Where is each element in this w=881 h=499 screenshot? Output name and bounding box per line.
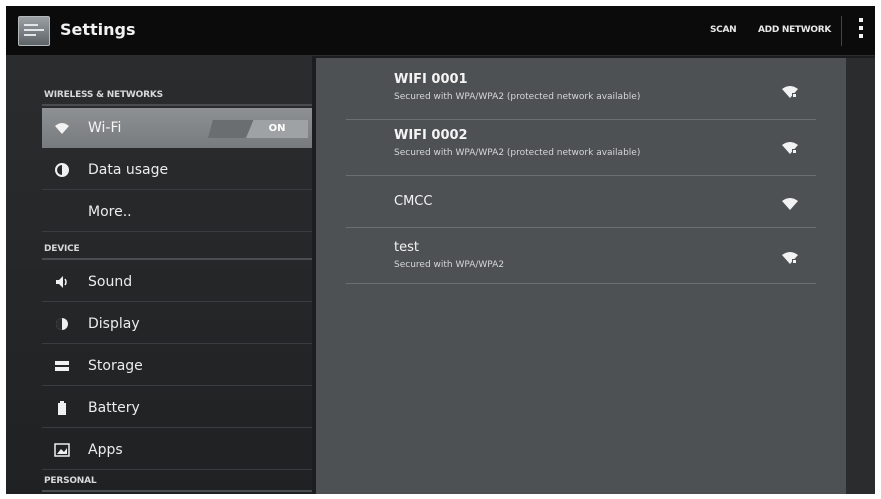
pane-edge [846, 58, 875, 494]
page-title: Settings [60, 20, 136, 39]
sidebar-item-apps[interactable]: Apps [42, 430, 312, 470]
wifi-signal-locked-icon [782, 84, 798, 98]
section-divider [42, 258, 312, 260]
section-header-wireless: WIRELESS & NETWORKS [44, 90, 163, 100]
sidebar-item-more[interactable]: More.. [42, 192, 312, 232]
action-bar: Settings SCAN ADD NETWORK [6, 6, 875, 56]
sound-icon [54, 274, 70, 290]
battery-icon [54, 400, 70, 416]
wifi-network-list: WIFI 0001 Secured with WPA/WPA2 (protect… [316, 58, 846, 494]
sidebar-item-label: Apps [88, 442, 123, 458]
network-item-wifi-0002[interactable]: WIFI 0002 Secured with WPA/WPA2 (protect… [346, 120, 816, 176]
network-item-test[interactable]: test Secured with WPA/WPA2 [346, 228, 816, 284]
sidebar-item-label: More.. [88, 204, 132, 220]
settings-app-icon[interactable] [18, 16, 50, 46]
sidebar-item-data-usage[interactable]: Data usage [42, 150, 312, 190]
wifi-signal-locked-icon [782, 140, 798, 154]
sidebar-item-label: Battery [88, 400, 140, 416]
network-ssid: CMCC [394, 194, 433, 209]
section-divider [42, 104, 312, 106]
sidebar-item-label: Sound [88, 274, 133, 290]
sidebar-item-wifi[interactable]: Wi-Fi ON [42, 108, 312, 148]
sidebar-item-display[interactable]: Display [42, 304, 312, 344]
sidebar-item-battery[interactable]: Battery [42, 388, 312, 428]
network-ssid: WIFI 0002 [394, 128, 468, 143]
section-divider [42, 490, 312, 492]
wifi-toggle[interactable]: ON [208, 120, 308, 138]
display-icon [54, 316, 70, 332]
network-ssid: WIFI 0001 [394, 72, 468, 87]
wifi-icon [54, 120, 70, 136]
overflow-menu-icon[interactable] [856, 18, 866, 44]
add-network-button[interactable]: ADD NETWORK [758, 25, 831, 35]
sidebar-item-sound[interactable]: Sound [42, 262, 312, 302]
network-ssid: test [394, 240, 419, 255]
wifi-signal-icon [782, 196, 798, 210]
apps-icon [54, 442, 70, 458]
sidebar-item-label: Display [88, 316, 140, 332]
action-divider [841, 16, 842, 46]
section-header-device: DEVICE [44, 244, 80, 254]
screen: Settings SCAN ADD NETWORK WIRELESS & NET… [6, 6, 875, 494]
wifi-signal-locked-icon [782, 250, 798, 264]
sidebar-item-label: Wi-Fi [88, 120, 122, 136]
network-security: Secured with WPA/WPA2 [394, 260, 505, 270]
network-item-wifi-0001[interactable]: WIFI 0001 Secured with WPA/WPA2 (protect… [346, 64, 816, 120]
data-usage-icon [54, 162, 70, 178]
toggle-on-label: ON [246, 120, 308, 138]
network-security: Secured with WPA/WPA2 (protected network… [394, 92, 641, 102]
sidebar-item-label: Data usage [88, 162, 169, 178]
network-security: Secured with WPA/WPA2 (protected network… [394, 148, 641, 158]
settings-list: WIRELESS & NETWORKS Wi-Fi ON Data usage … [6, 56, 312, 494]
network-item-cmcc[interactable]: CMCC [346, 176, 816, 228]
sidebar-item-storage[interactable]: Storage [42, 346, 312, 386]
storage-icon [54, 358, 70, 374]
section-header-personal: PERSONAL [44, 476, 97, 486]
sidebar-item-label: Storage [88, 358, 143, 374]
scan-button[interactable]: SCAN [710, 25, 737, 35]
